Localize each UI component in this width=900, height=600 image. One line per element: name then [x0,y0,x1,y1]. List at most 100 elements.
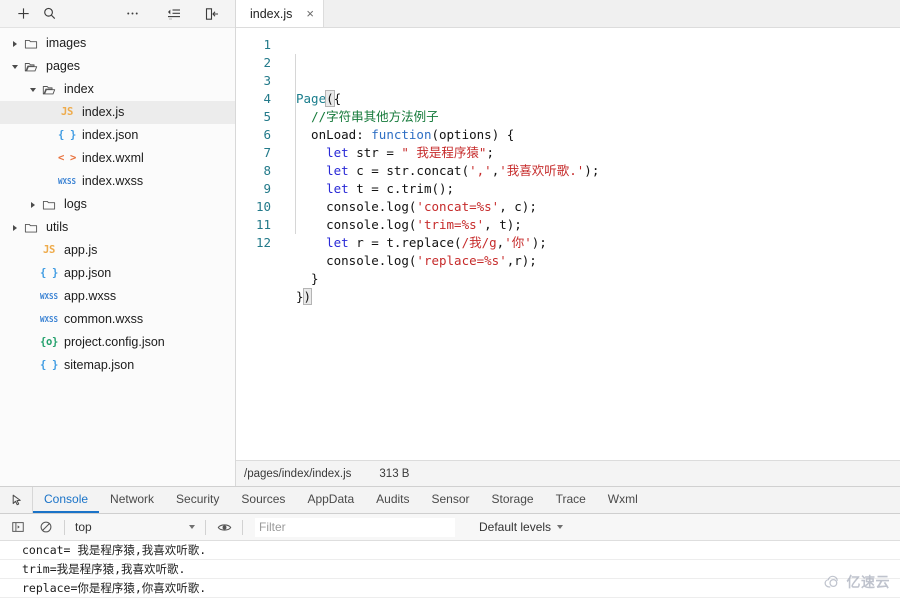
file-explorer-panel: imagespagesindexJSindex.js{ }index.json<… [0,0,236,486]
devtools-tab-sources[interactable]: Sources [230,487,296,513]
line-number: 3 [236,72,271,90]
tree-item-index-wxml[interactable]: < >index.wxml [0,147,235,170]
code-line[interactable]: let t = c.trim(); [296,180,900,198]
code-line[interactable]: } [296,270,900,288]
console-output[interactable]: concat= 我是程序猿,我喜欢听歌.trim=我是程序猿,我喜欢听歌.rep… [0,541,900,600]
devtools-tab-network[interactable]: Network [99,487,165,513]
line-number: 6 [236,126,271,144]
tree-item-label: index.wxml [82,147,144,170]
console-filter-input[interactable] [255,518,455,537]
code-content[interactable]: Page({ //字符串其他方法例子 onLoad: function(opti… [280,28,900,460]
code-token: /我/g [462,235,497,250]
folder-icon [21,37,41,51]
code-line[interactable]: //字符串其他方法例子 [296,108,900,126]
chevron-right-icon[interactable] [8,41,21,47]
devtools-tab-sensor[interactable]: Sensor [421,487,481,513]
tree-item-utils[interactable]: utils [0,216,235,239]
inspect-element-icon[interactable] [4,487,33,513]
console-log-row[interactable]: concat= 我是程序猿,我喜欢听歌. [0,541,900,560]
code-token: '你' [504,235,532,250]
code-token: , c); [499,199,537,214]
more-options-icon[interactable] [119,1,145,27]
file-size-label: 313 B [379,468,409,480]
code-token: ,r); [507,253,537,268]
console-context-select[interactable]: top [69,520,201,534]
code-token: " 我是程序猿" [401,145,486,160]
editor-tab-index-js[interactable]: index.js × [236,0,324,27]
tree-item-index-wxss[interactable]: WXSSindex.wxss [0,170,235,193]
wxml-file-icon: < > [57,147,77,170]
file-type-glyph: { } [58,124,76,147]
search-icon[interactable] [36,1,62,27]
console-log-row[interactable]: replace=你是程序猿,你喜欢听歌. [0,579,900,598]
tree-item-index[interactable]: index [0,78,235,101]
wxss-file-icon: WXSS [57,170,77,193]
code-line[interactable]: let str = " 我是程序猿"; [296,144,900,162]
text-cursor: ( [326,91,334,106]
json-file-icon: { } [57,124,77,147]
text-cursor: ) [304,289,312,304]
collapse-all-icon[interactable] [161,1,187,27]
tree-item-images[interactable]: images [0,32,235,55]
code-token: { [334,91,342,106]
code-line[interactable]: console.log('trim=%s', t); [296,216,900,234]
devtools-tab-label: Sources [241,492,285,506]
tree-item-common-wxss[interactable]: WXSS common.wxss [0,308,235,331]
tree-item-project-config-json[interactable]: {o}project.config.json [0,331,235,354]
close-icon[interactable]: × [306,7,314,21]
devtools-tab-label: Console [44,492,88,506]
chevron-down-icon[interactable] [8,65,21,69]
tree-item-index-json[interactable]: { }index.json [0,124,235,147]
code-line[interactable]: Page({ [296,90,900,108]
console-sidebar-icon[interactable] [4,514,32,540]
folder-open-icon [39,83,59,97]
devtools-tab-trace[interactable]: Trace [545,487,597,513]
code-token [296,163,326,178]
devtools-tab-wxml[interactable]: Wxml [597,487,649,513]
json-file-icon: { } [39,354,59,377]
code-line[interactable]: onLoad: function(options) { [296,126,900,144]
live-expression-icon[interactable] [210,514,238,540]
code-line[interactable]: }) [296,288,900,306]
log-levels-select[interactable]: Default levels [479,520,563,534]
file-type-glyph: { } [40,262,58,285]
js-file-icon: JS [39,239,59,262]
tree-item-logs[interactable]: logs [0,193,235,216]
file-type-glyph: WXSS [40,308,58,331]
tree-item-sitemap-json[interactable]: { }sitemap.json [0,354,235,377]
code-editor[interactable]: 123456789101112 Page({ //字符串其他方法例子 onLoa… [236,28,900,460]
tree-item-index-js[interactable]: JSindex.js [0,101,235,124]
tree-item-label: app.wxss [64,285,116,308]
code-token: c = str.concat( [349,163,469,178]
tree-item-app-wxss[interactable]: WXSSapp.wxss [0,285,235,308]
devtools-tab-appdata[interactable]: AppData [296,487,365,513]
new-file-icon[interactable] [10,1,36,27]
devtools-tab-label: Trace [556,492,586,506]
tree-item-label: common.wxss [64,308,143,331]
tree-item-pages[interactable]: pages [0,55,235,78]
code-token [296,109,311,124]
devtools-tab-label: AppData [307,492,354,506]
tree-item-app-json[interactable]: { }app.json [0,262,235,285]
chevron-down-icon[interactable] [26,88,39,92]
devtools-tab-console[interactable]: Console [33,487,99,513]
editor-statusbar: /pages/index/index.js 313 B [236,460,900,486]
devtools-tab-security[interactable]: Security [165,487,230,513]
code-line[interactable]: let r = t.replace(/我/g,'你'); [296,234,900,252]
tree-item-label: sitemap.json [64,354,134,377]
chevron-right-icon[interactable] [26,202,39,208]
code-line[interactable]: console.log('replace=%s',r); [296,252,900,270]
toggle-panel-icon[interactable] [199,1,225,27]
clear-console-icon[interactable] [32,514,60,540]
tree-item-label: index.js [82,101,124,124]
console-log-row[interactable]: trim=我是程序猿,我喜欢听歌. [0,560,900,579]
toolbar-divider [242,520,243,535]
chevron-right-icon[interactable] [8,225,21,231]
devtools-tab-storage[interactable]: Storage [481,487,545,513]
tree-item-app-js[interactable]: JSapp.js [0,239,235,262]
file-type-glyph: WXSS [58,170,76,193]
devtools-tab-audits[interactable]: Audits [365,487,420,513]
code-line[interactable]: console.log('concat=%s', c); [296,198,900,216]
file-tree[interactable]: imagespagesindexJSindex.js{ }index.json<… [0,28,235,486]
code-line[interactable]: let c = str.concat(',','我喜欢听歌.'); [296,162,900,180]
